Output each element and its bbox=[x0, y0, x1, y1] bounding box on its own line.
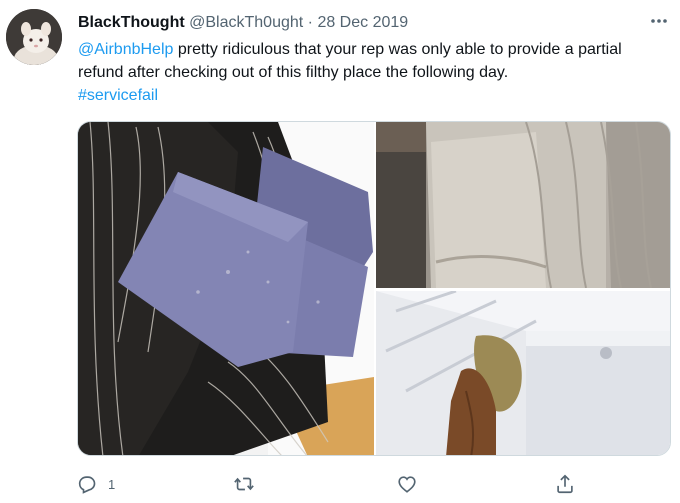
avatar[interactable] bbox=[6, 9, 62, 65]
mention-link[interactable]: @AirbnbHelp bbox=[78, 41, 173, 58]
tweet-date[interactable]: 28 Dec 2019 bbox=[317, 14, 408, 31]
sofa-cushions-image bbox=[78, 122, 374, 455]
reply-count: 1 bbox=[108, 476, 116, 492]
hashtag-link[interactable]: #servicefail bbox=[78, 87, 158, 104]
more-horizontal-icon bbox=[651, 19, 667, 23]
tweet-header: BlackThought @BlackTh0ught · 28 Dec 2019 bbox=[78, 12, 408, 34]
photo-sofa[interactable] bbox=[78, 122, 374, 455]
curtain-image bbox=[376, 122, 670, 288]
share-icon bbox=[557, 474, 573, 494]
avatar-image bbox=[6, 9, 62, 65]
reply-button[interactable]: 1 bbox=[76, 470, 115, 498]
author-handle[interactable]: @BlackTh0ught bbox=[189, 14, 303, 31]
retweet-icon bbox=[234, 477, 254, 491]
meta-separator: · bbox=[307, 14, 313, 31]
media-grid bbox=[77, 121, 671, 456]
photo-fridge[interactable] bbox=[376, 291, 670, 455]
tweet-text: @AirbnbHelp pretty ridiculous that your … bbox=[78, 38, 668, 107]
photo-curtain[interactable] bbox=[376, 122, 670, 288]
share-button[interactable] bbox=[554, 470, 576, 498]
retweet-button[interactable] bbox=[232, 470, 256, 498]
heart-icon bbox=[398, 476, 416, 493]
reply-icon bbox=[78, 476, 96, 494]
more-options-button[interactable] bbox=[646, 10, 672, 32]
author-name[interactable]: BlackThought bbox=[78, 14, 185, 31]
tweet-actions: 1 bbox=[76, 470, 676, 498]
like-button[interactable] bbox=[396, 470, 418, 498]
fridge-interior-image bbox=[376, 291, 670, 455]
